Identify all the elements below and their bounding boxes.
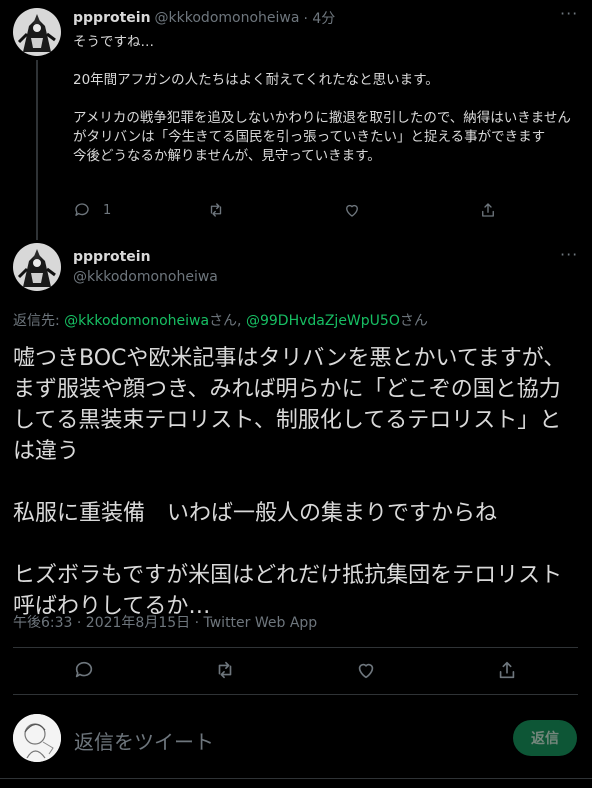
like-button[interactable] — [355, 659, 377, 685]
retweet-button[interactable] — [214, 659, 236, 685]
tweet-text: そうですね… 20年間アフガンの人たちはよく耐えてくれたなと思います。 アメリカ… — [73, 34, 571, 164]
handle[interactable]: @kkkodomonoheiwa — [155, 10, 300, 26]
replying-to: 返信先: @kkkodomonoheiwaさん, @99DHvdaZjeWpU5… — [13, 310, 428, 330]
reply-submit-button[interactable]: 返信 — [513, 720, 577, 756]
reply-count: 1 — [103, 202, 112, 218]
timestamp[interactable]: · 4分 — [303, 8, 335, 28]
reply-icon — [75, 661, 93, 678]
divider — [0, 778, 592, 779]
reply-button[interactable] — [73, 659, 95, 685]
avatar[interactable] — [13, 243, 61, 291]
share-icon — [482, 203, 494, 217]
tweet-text: 嘘つきBOCや欧米記事はタリバンを悪とかいてますが、まず服装や顔つき、みれば明ら… — [13, 346, 566, 619]
divider — [13, 694, 578, 695]
replying-prefix: 返信先: — [13, 313, 65, 329]
like-icon — [358, 663, 374, 679]
replying-suffix: さん — [399, 313, 428, 329]
my-avatar[interactable] — [13, 714, 61, 762]
reply-input[interactable]: 返信をツイート — [74, 726, 214, 755]
tweet-timestamp[interactable]: 午後6:33 · 2021年8月15日 · Twitter Web App — [13, 612, 317, 632]
reply-icon — [75, 203, 89, 216]
share-button[interactable] — [496, 659, 518, 685]
share-icon — [499, 661, 515, 679]
more-options-icon[interactable]: ··· — [560, 4, 578, 23]
thread-line — [36, 60, 38, 240]
display-name[interactable]: ppprotein — [73, 249, 151, 265]
avatar-image — [13, 8, 61, 56]
reply-button[interactable]: 1 — [73, 201, 111, 219]
replying-suffix: さん, — [209, 313, 246, 329]
display-name[interactable]: ppprotein — [73, 10, 151, 26]
avatar-image — [13, 243, 61, 291]
like-button[interactable] — [343, 201, 361, 219]
more-options-icon[interactable]: ··· — [560, 245, 578, 264]
avatar[interactable] — [13, 8, 61, 56]
handle[interactable]: @kkkodomonoheiwa — [73, 269, 218, 285]
retweet-icon — [210, 203, 222, 217]
mention-link[interactable]: @kkkodomonoheiwa — [64, 313, 209, 329]
retweet-icon — [218, 661, 232, 679]
retweet-button[interactable] — [207, 201, 225, 219]
share-button[interactable] — [479, 201, 497, 219]
avatar-image — [13, 714, 61, 762]
like-icon — [346, 204, 358, 217]
mention-link[interactable]: @99DHvdaZjeWpU5O — [246, 313, 400, 329]
divider — [13, 647, 578, 648]
